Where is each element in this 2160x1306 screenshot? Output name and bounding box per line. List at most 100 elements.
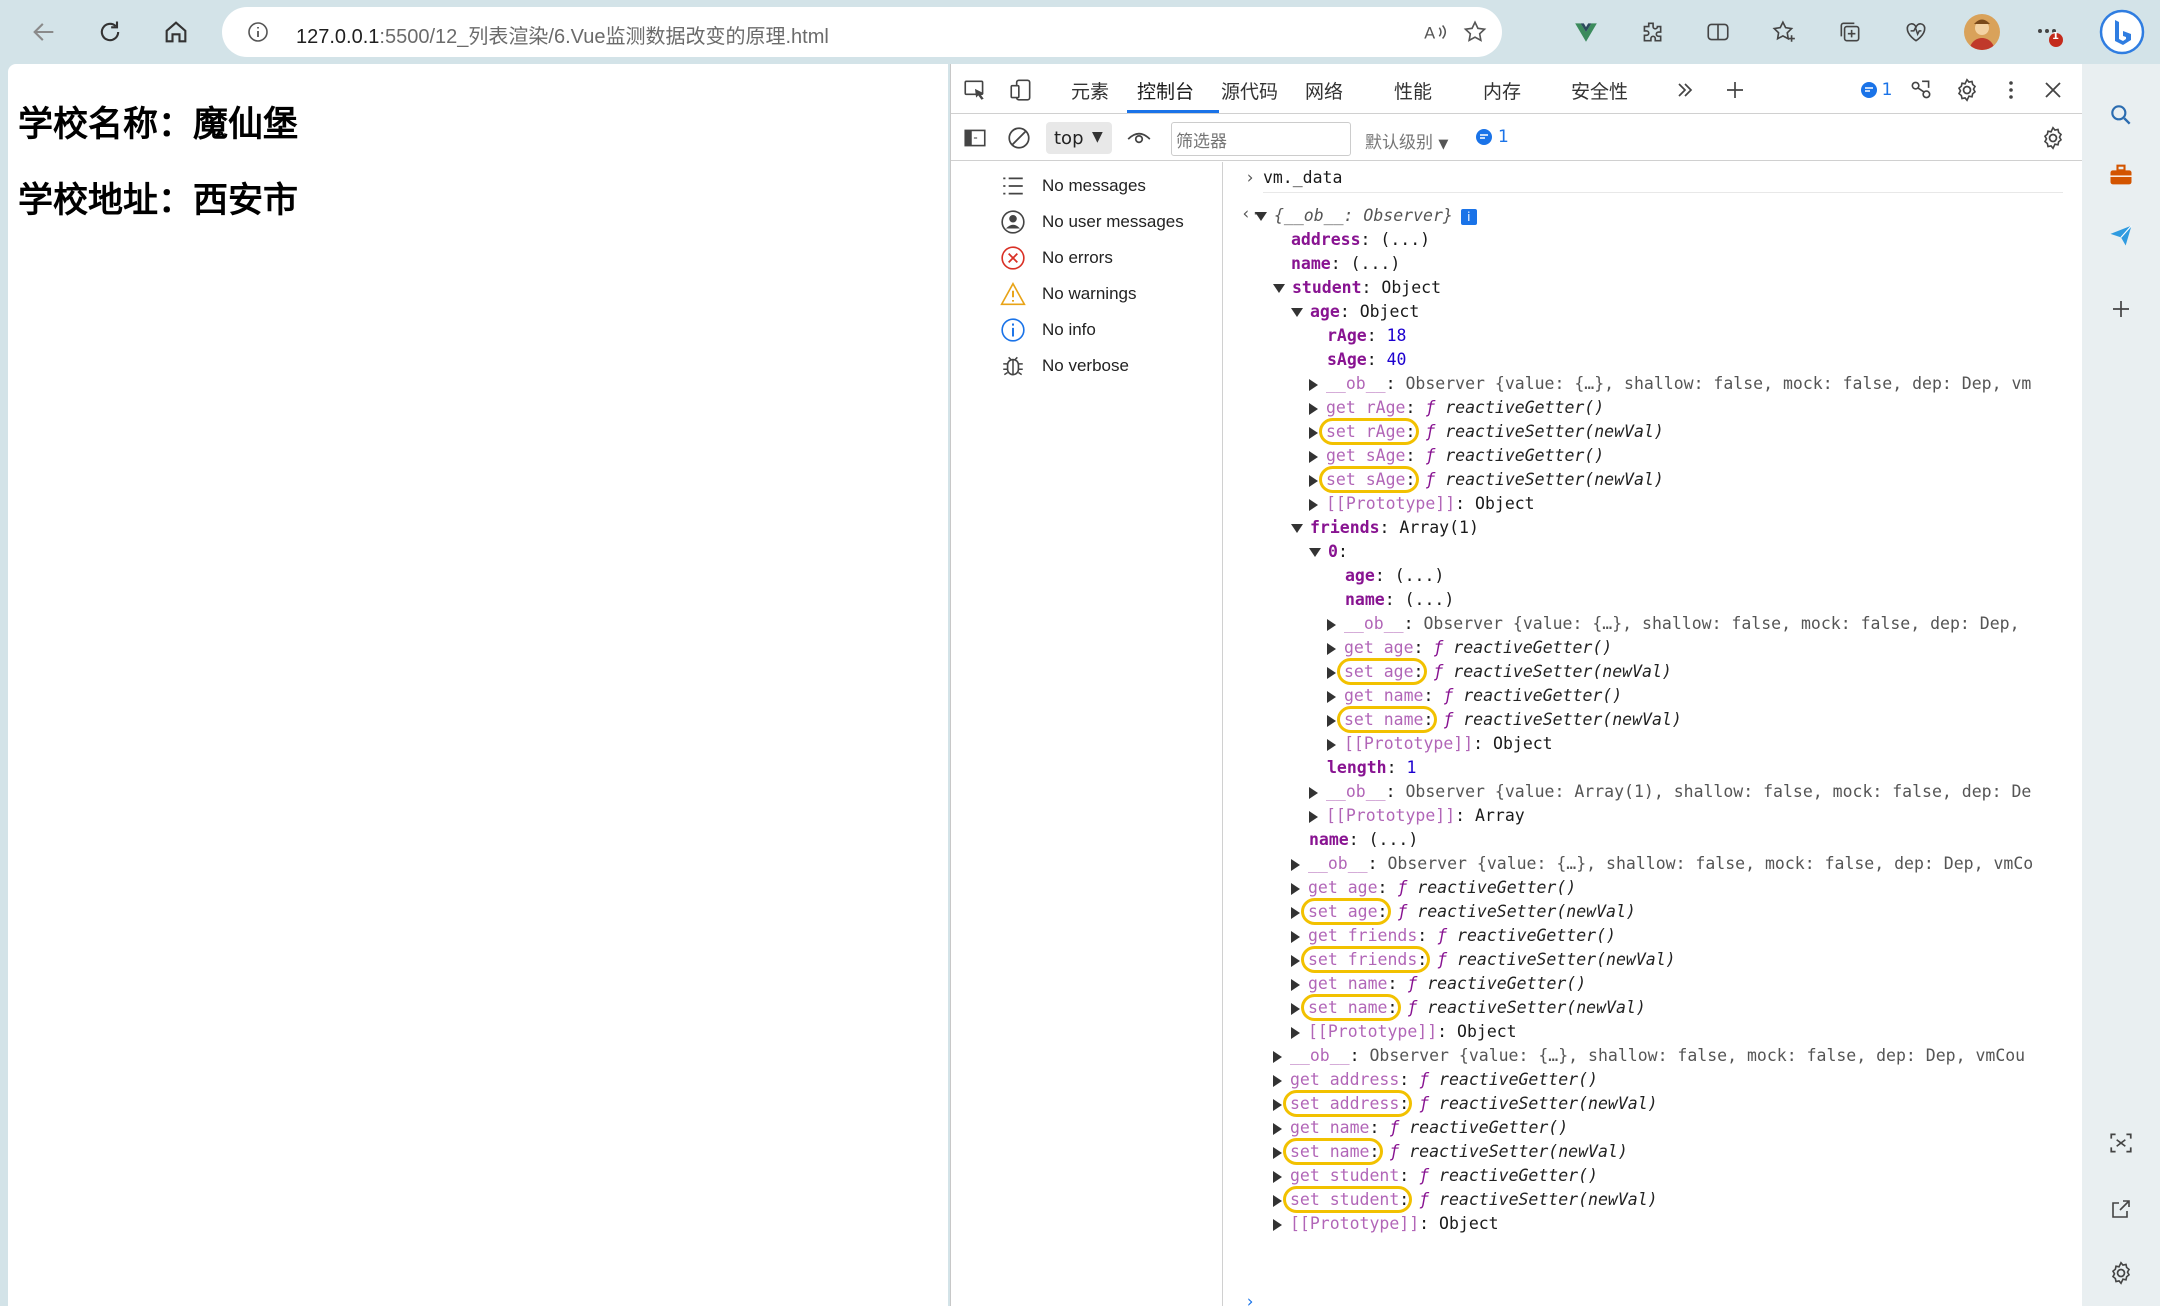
sidebar-item-warnings[interactable]: No warnings <box>951 276 1223 312</box>
inspect-element-icon[interactable] <box>961 76 989 104</box>
show-sidebar-icon[interactable] <box>961 124 989 152</box>
expand-triangle-icon[interactable] <box>1309 378 1318 391</box>
expand-triangle-icon[interactable] <box>1309 474 1318 487</box>
tree-row[interactable]: [[Prototype]]: Array <box>1309 804 1525 828</box>
home-icon[interactable] <box>156 12 196 52</box>
expand-triangle-icon[interactable] <box>1273 1098 1282 1111</box>
tree-row[interactable]: [[Prototype]]: Object <box>1291 1020 1517 1044</box>
expand-triangle-icon[interactable] <box>1309 498 1318 511</box>
screenshot-icon[interactable] <box>2102 1124 2140 1162</box>
expand-triangle-icon[interactable] <box>1291 858 1300 871</box>
collapse-triangle-icon[interactable] <box>1309 548 1321 557</box>
split-screen-icon[interactable] <box>1700 14 1736 50</box>
extensions-icon[interactable] <box>1634 14 1670 50</box>
favorites-icon[interactable] <box>1766 14 1802 50</box>
settings-gear-icon[interactable] <box>1953 76 1981 104</box>
copilot-icon[interactable] <box>2098 8 2146 56</box>
log-level-dropdown[interactable]: 默认级别 ▼ <box>1365 128 1448 153</box>
tree-row[interactable]: [[Prototype]]: Object <box>1273 1212 1499 1236</box>
expand-triangle-icon[interactable] <box>1273 1050 1282 1063</box>
tab-elements[interactable]: 元素 <box>1071 77 1109 104</box>
expand-triangle-icon[interactable] <box>1273 1122 1282 1135</box>
collapse-triangle-icon[interactable] <box>1255 212 1267 221</box>
tree-row[interactable]: student: Object <box>1273 276 1441 300</box>
collapse-triangle-icon[interactable] <box>1291 308 1303 317</box>
add-tab-icon[interactable] <box>1721 76 1749 104</box>
expand-triangle-icon[interactable] <box>1309 402 1318 415</box>
expand-triangle-icon[interactable] <box>1327 666 1336 679</box>
tree-row[interactable]: get address: ƒ reactiveGetter() <box>1273 1068 1598 1092</box>
send-plane-icon[interactable] <box>2102 216 2140 254</box>
tree-row[interactable]: get sAge: ƒ reactiveGetter() <box>1309 444 1604 468</box>
more-tabs-icon[interactable] <box>1671 76 1699 104</box>
tab-performance[interactable]: 性能 <box>1394 77 1432 104</box>
add-sidebar-app-icon[interactable] <box>2102 290 2140 328</box>
expand-triangle-icon[interactable] <box>1327 714 1336 727</box>
tree-row[interactable]: __ob__: Observer {value: {…}, shallow: f… <box>1273 1044 2025 1068</box>
expand-triangle-icon[interactable] <box>1291 930 1300 943</box>
collapse-triangle-icon[interactable] <box>1291 524 1303 533</box>
external-link-icon[interactable] <box>2102 1190 2140 1228</box>
expand-triangle-icon[interactable] <box>1291 954 1300 967</box>
tab-sources[interactable]: 源代码 <box>1221 77 1278 104</box>
close-devtools-icon[interactable] <box>2039 76 2067 104</box>
expand-triangle-icon[interactable] <box>1309 810 1318 823</box>
tab-memory[interactable]: 内存 <box>1483 77 1521 104</box>
sidebar-item-user-messages[interactable]: No user messages <box>951 204 1223 240</box>
favorite-star-icon[interactable] <box>1462 19 1488 49</box>
console-input-line[interactable]: › vm._data <box>1245 166 1342 190</box>
url-text[interactable]: 127.0.0.1:5500/12_列表渲染/6.Vue监测数据改变的原理.ht… <box>296 20 829 49</box>
read-aloud-icon[interactable]: A <box>1422 19 1448 49</box>
site-info-icon[interactable] <box>246 20 270 48</box>
expand-triangle-icon[interactable] <box>1273 1074 1282 1087</box>
tools-briefcase-icon[interactable] <box>2102 156 2140 194</box>
expand-triangle-icon[interactable] <box>1273 1194 1282 1207</box>
context-selector[interactable]: top ▼ <box>1046 122 1112 154</box>
message-count[interactable]: 1 <box>1475 127 1509 147</box>
expand-triangle-icon[interactable] <box>1309 450 1318 463</box>
sidebar-settings-gear-icon[interactable] <box>2102 1254 2140 1292</box>
expand-triangle-icon[interactable] <box>1309 426 1318 439</box>
sidebar-item-info[interactable]: No info <box>951 312 1223 348</box>
console-prompt-icon[interactable]: › <box>1245 1290 1255 1306</box>
tree-row[interactable]: friends: Array(1) <box>1291 516 1479 540</box>
expand-triangle-icon[interactable] <box>1273 1146 1282 1159</box>
customize-devtools-icon[interactable] <box>1907 76 1935 104</box>
tree-row[interactable]: get name: ƒ reactiveGetter() <box>1291 972 1586 996</box>
tree-row[interactable]: 0: <box>1309 540 1348 564</box>
tree-row[interactable]: [[Prototype]]: Object <box>1327 732 1553 756</box>
expand-triangle-icon[interactable] <box>1291 978 1300 991</box>
avatar[interactable] <box>1964 14 2000 50</box>
expand-triangle-icon[interactable] <box>1327 690 1336 703</box>
expand-triangle-icon[interactable] <box>1273 1170 1282 1183</box>
tab-network[interactable]: 网络 <box>1305 77 1343 104</box>
tree-row[interactable]: __ob__: Observer {value: Array(1), shall… <box>1309 780 2031 804</box>
tree-row[interactable]: __ob__: Observer {value: {…}, shallow: f… <box>1291 852 2033 876</box>
tree-row[interactable]: __ob__: Observer {value: {…}, shallow: f… <box>1309 372 2031 396</box>
expand-triangle-icon[interactable] <box>1327 738 1336 751</box>
tree-row[interactable]: get name: ƒ reactiveGetter() <box>1273 1116 1568 1140</box>
expand-triangle-icon[interactable] <box>1309 786 1318 799</box>
back-arrow-icon[interactable] <box>24 12 64 52</box>
live-expression-eye-icon[interactable] <box>1125 124 1153 152</box>
filter-input[interactable] <box>1171 122 1351 156</box>
tree-row[interactable]: __ob__: Observer {value: {…}, shallow: f… <box>1327 612 2020 636</box>
tree-row[interactable]: [[Prototype]]: Object <box>1309 492 1535 516</box>
sidebar-item-verbose[interactable]: No verbose <box>951 348 1223 384</box>
collections-icon[interactable] <box>1832 14 1868 50</box>
clear-console-icon[interactable] <box>1005 124 1033 152</box>
refresh-icon[interactable] <box>90 12 130 52</box>
expand-triangle-icon[interactable] <box>1273 1218 1282 1231</box>
tree-row[interactable]: get age: ƒ reactiveGetter() <box>1327 636 1612 660</box>
expand-triangle-icon[interactable] <box>1291 1002 1300 1015</box>
browser-essentials-icon[interactable] <box>1898 14 1934 50</box>
issues-counter[interactable]: 1 <box>1851 76 1901 104</box>
vue-devtools-icon[interactable] <box>1568 14 1604 50</box>
tree-row[interactable]: get rAge: ƒ reactiveGetter() <box>1309 396 1604 420</box>
tab-console[interactable]: 控制台 <box>1137 77 1194 104</box>
tree-row[interactable]: get student: ƒ reactiveGetter() <box>1273 1164 1598 1188</box>
expand-triangle-icon[interactable] <box>1327 642 1336 655</box>
tree-row[interactable]: age: Object <box>1291 300 1419 324</box>
tree-row[interactable]: get age: ƒ reactiveGetter() <box>1291 876 1576 900</box>
tree-row[interactable]: get name: ƒ reactiveGetter() <box>1327 684 1622 708</box>
